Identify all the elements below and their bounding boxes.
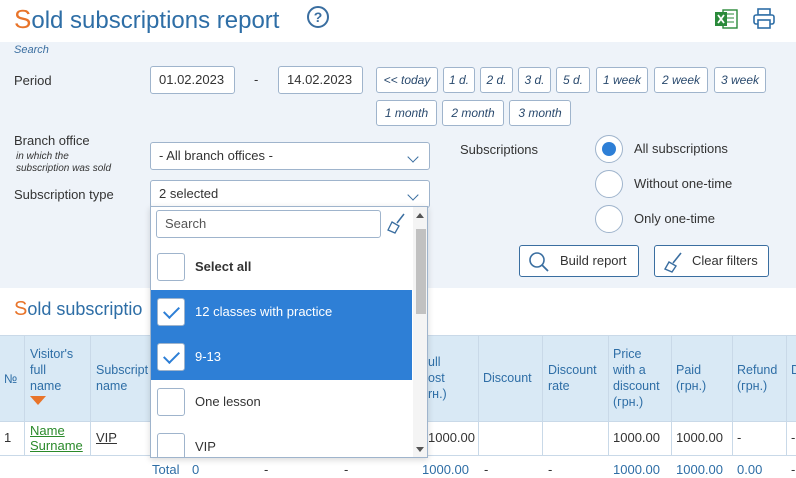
col-header-price-discount[interactable]: Price with a discount (грн.)	[613, 346, 660, 410]
total-c2: -	[344, 462, 349, 477]
col-divider	[732, 335, 733, 456]
chevron-down-icon	[407, 151, 419, 163]
cell-price-discount: 1000.00	[613, 430, 660, 445]
dropdown-search-input[interactable]: Search	[156, 210, 381, 238]
subscription-name-link[interactable]: VIP	[96, 430, 117, 445]
broom-icon[interactable]	[387, 213, 407, 235]
col-header-full-cost[interactable]: ull ost rн.)	[428, 354, 447, 402]
total-price-discount: 1000.00	[613, 462, 660, 477]
period-from-field[interactable]: 01.02.2023	[150, 66, 235, 94]
cell-paid: 1000.00	[676, 430, 723, 445]
col-divider	[24, 335, 25, 456]
col-header-discount-rate[interactable]: Discount rate	[548, 362, 597, 394]
quick-period-2d[interactable]: 2 d.	[480, 67, 513, 93]
col-divider	[90, 335, 91, 456]
broom-icon	[664, 252, 682, 273]
sort-desc-icon[interactable]	[30, 396, 46, 405]
chevron-down-icon	[407, 189, 419, 201]
excel-export-icon[interactable]	[714, 8, 738, 30]
subscription-type-label: Subscription type	[14, 187, 114, 202]
checkbox[interactable]	[157, 388, 185, 416]
col-header-last[interactable]: D	[791, 362, 796, 378]
radio-all-subscriptions-label: All subscriptions	[634, 141, 728, 156]
col-header-subscription[interactable]: Subscript name	[96, 362, 148, 394]
checkbox[interactable]	[157, 253, 185, 281]
quick-period-1month[interactable]: 1 month	[376, 100, 437, 126]
dropdown-select-all[interactable]: Select all	[151, 245, 412, 290]
branch-office-select[interactable]: - All branch offices -	[150, 142, 430, 170]
quick-period-1week[interactable]: 1 week	[596, 67, 648, 93]
section-title: Sold subscriptio	[14, 298, 143, 320]
checkbox[interactable]	[157, 298, 185, 326]
quick-period-2month[interactable]: 2 month	[442, 100, 504, 126]
radio-only-one-time-label: Only one-time	[634, 211, 715, 226]
col-header-paid[interactable]: Paid (грн.)	[676, 362, 706, 394]
total-label: Total	[152, 462, 180, 477]
scrollbar-thumb[interactable]	[416, 229, 426, 314]
quick-period-3d[interactable]: 3 d.	[518, 67, 551, 93]
dropdown-item[interactable]: 12 classes with practice	[151, 290, 412, 335]
total-last: -	[791, 462, 796, 477]
radio-all-subscriptions[interactable]	[595, 135, 623, 163]
total-full-cost: 1000.00	[422, 462, 469, 477]
radio-only-one-time[interactable]	[595, 205, 623, 233]
period-separator: -	[254, 72, 259, 87]
quick-period-2week[interactable]: 2 week	[654, 67, 708, 93]
total-count: 0	[192, 462, 200, 477]
subscription-type-dropdown: Search Select all 12 classes with practi…	[150, 206, 428, 458]
cell-refund: -	[737, 430, 742, 445]
dropdown-item[interactable]: 9-13	[151, 335, 412, 380]
build-report-button[interactable]: Build report	[519, 245, 639, 277]
checkbox[interactable]	[157, 433, 185, 457]
col-divider	[542, 335, 543, 456]
total-discount-rate: -	[548, 462, 553, 477]
clear-filters-button[interactable]: Clear filters	[654, 245, 769, 277]
col-divider	[786, 335, 787, 456]
scroll-down-arrow-icon[interactable]	[416, 447, 424, 452]
branch-office-label: Branch office	[14, 133, 90, 148]
radio-without-one-time[interactable]	[595, 170, 623, 198]
quick-period-today[interactable]: << today	[376, 67, 438, 93]
cell-last: -	[791, 430, 796, 445]
quick-period-3week[interactable]: 3 week	[714, 67, 766, 93]
col-header-visitor[interactable]: Visitor's full name	[30, 346, 73, 394]
col-divider	[608, 335, 609, 456]
cell-num: 1	[4, 430, 12, 445]
print-icon[interactable]	[752, 8, 776, 30]
total-c1: -	[264, 462, 269, 477]
branch-office-sublabel-2: subscription was sold	[16, 163, 112, 174]
col-divider	[478, 335, 479, 456]
total-paid: 1000.00	[676, 462, 723, 477]
help-icon[interactable]: ?	[307, 6, 329, 28]
search-section-label: Search	[14, 44, 49, 56]
checkbox[interactable]	[157, 343, 185, 371]
total-discount: -	[484, 462, 489, 477]
col-divider	[671, 335, 672, 456]
page-title: Sold subscriptions report	[14, 4, 280, 34]
scroll-up-arrow-icon[interactable]	[416, 213, 424, 218]
total-refund: 0.00	[737, 462, 763, 477]
radio-without-one-time-label: Without one-time	[634, 176, 733, 191]
period-to-field[interactable]: 14.02.2023	[278, 66, 363, 94]
col-header-refund[interactable]: Refund (грн.)	[737, 362, 777, 394]
col-header-num: №	[4, 372, 18, 386]
subscription-type-select[interactable]: 2 selected	[150, 180, 430, 208]
col-header-discount[interactable]: Discount	[483, 370, 532, 386]
dropdown-item[interactable]: One lesson	[151, 380, 412, 425]
cell-full-cost: 1000.00	[428, 430, 475, 445]
quick-period-5d[interactable]: 5 d.	[556, 67, 590, 93]
period-label: Period	[14, 73, 52, 88]
quick-period-1d[interactable]: 1 d.	[443, 67, 475, 93]
branch-office-sublabel-1: in which the	[16, 151, 69, 162]
dropdown-item[interactable]: VIP	[151, 425, 412, 457]
search-icon	[529, 252, 549, 272]
visitor-name-link[interactable]: Name Surname	[30, 423, 83, 453]
subscriptions-label: Subscriptions	[460, 142, 539, 157]
quick-period-3month[interactable]: 3 month	[509, 100, 571, 126]
